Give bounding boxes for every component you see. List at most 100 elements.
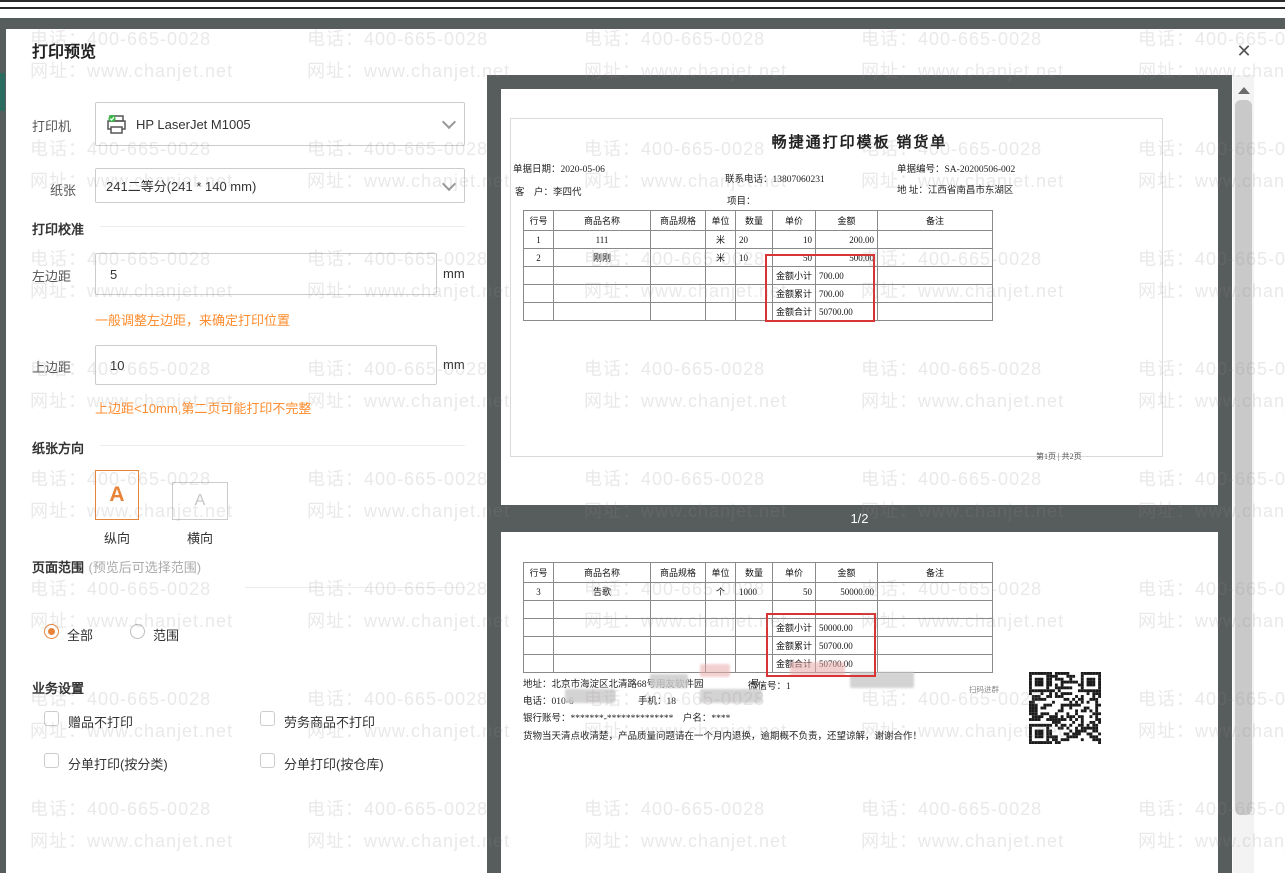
- table-cell: [553, 600, 651, 619]
- table-cell: [877, 582, 994, 601]
- split-by-category-checkbox[interactable]: [44, 753, 59, 768]
- section-divider: [100, 226, 465, 227]
- table-col-header: 行号: [523, 210, 554, 231]
- scrollbar-thumb[interactable]: [1235, 100, 1252, 815]
- table-cell: [553, 654, 651, 673]
- landscape-glyph: A: [194, 492, 206, 509]
- table-cell: 111: [553, 230, 651, 249]
- watermark-text: 网址：www.chanjet.net: [307, 501, 511, 521]
- table-row: 2 刚刚米 10 50 500.00: [523, 248, 994, 267]
- watermark-text: 电话：400-665-0028: [30, 579, 212, 599]
- table-col-header: 商品规格: [650, 562, 706, 583]
- redaction-blur: [565, 689, 615, 703]
- watermark-text: 网址：www.chanjet.net: [30, 831, 234, 851]
- watermark-text: 电话：400-665-0028: [307, 689, 489, 709]
- table-cell: [650, 266, 706, 285]
- items-table-page2: 行号 商品名称 商品规格 单位 数量 单价 金额 备注 3 告歌个 1000 50 50000.00 金额…: [523, 562, 994, 673]
- table-cell: 20: [735, 230, 773, 249]
- range-all-radio[interactable]: [44, 624, 59, 639]
- table-header-row: 行号 商品名称 商品规格 单位 数量 单价 金额 备注: [523, 210, 994, 231]
- watermark-text: 电话：400-665-0028: [307, 579, 489, 599]
- left-margin-label: 左边距: [32, 269, 72, 284]
- table-col-header: 数量: [735, 562, 773, 583]
- range-all-label: 全部: [67, 628, 94, 643]
- table-cell: [523, 618, 554, 637]
- business-section-title: 业务设置: [32, 681, 85, 696]
- top-margin-hint: 上边距<10mm,第二页可能打印不完整: [95, 401, 312, 416]
- range-custom-radio[interactable]: [130, 624, 145, 639]
- watermark-text: 网址：www.chanjet.net: [307, 391, 511, 411]
- page-range-section-title: 页面范围: [32, 560, 85, 575]
- table-total-row: 金额合计50700.00: [523, 302, 994, 321]
- printer-label: 打印机: [32, 119, 72, 134]
- range-custom-label: 范围: [153, 628, 180, 643]
- table-col-header: 金额: [815, 562, 879, 583]
- page-indicator: 1/2: [850, 511, 869, 526]
- doc-number-field: 单据编号：SA-20200506-002: [897, 165, 1016, 175]
- no-gift-label: 赠品不打印: [68, 715, 134, 730]
- chevron-down-icon: [441, 176, 457, 191]
- split-by-category-label: 分单打印(按分类): [68, 757, 168, 772]
- table-cell: [705, 636, 736, 655]
- top-margin-input[interactable]: [95, 345, 437, 385]
- table-cell: [877, 636, 994, 655]
- paper-select[interactable]: 241二等分(241 * 140 mm): [95, 168, 465, 203]
- table-col-header: 行号: [523, 562, 554, 583]
- bank-account-line: 银行账号：*******-************** 户名：****: [523, 714, 731, 724]
- printer-select[interactable]: HP LaserJet M1005: [95, 102, 465, 146]
- close-icon[interactable]: ✕: [1233, 40, 1255, 62]
- doc-project-field: 项目：: [727, 197, 756, 207]
- page-range-heading: 页面范围 (预览后可选择范围): [32, 558, 242, 578]
- table-cell: [650, 618, 706, 637]
- table-cell: [877, 618, 994, 637]
- table-cell: [877, 266, 994, 285]
- watermark-text: 电话：400-665-0028: [30, 799, 212, 819]
- table-col-header: 金额: [815, 210, 879, 231]
- split-by-warehouse-checkbox[interactable]: [260, 753, 275, 768]
- seller-address-line: 地址：北京市海淀区北清路68号用友软件园 号，: [523, 680, 770, 690]
- background-accent-mark: [0, 73, 5, 111]
- table-row: 1 111 米 20 10 200.00: [523, 230, 994, 249]
- totals-highlight-box: [766, 613, 876, 677]
- scrollbar-up-arrow[interactable]: [1238, 87, 1250, 94]
- no-service-label: 劳务商品不打印: [284, 715, 376, 730]
- page-range-note: (预览后可选择范围): [88, 560, 202, 575]
- no-service-checkbox[interactable]: [260, 711, 275, 726]
- no-gift-checkbox[interactable]: [44, 711, 59, 726]
- window-top-border: [0, 0, 1285, 2]
- seller-mobile-line: 手机：18: [638, 697, 677, 707]
- left-margin-unit: mm: [443, 266, 465, 281]
- preview-page-1: 畅捷通打印模板 销货单 单据日期：2020-05-06 客 户：李四代 联系电话…: [501, 89, 1218, 505]
- table-cell: [705, 600, 736, 619]
- print-preview-panel[interactable]: 畅捷通打印模板 销货单 单据日期：2020-05-06 客 户：李四代 联系电话…: [487, 75, 1232, 873]
- table-cell: 告歌: [553, 582, 651, 601]
- table-cell: 米: [705, 248, 736, 267]
- page1-footer: 第1页 | 共2页: [1036, 452, 1082, 461]
- table-col-header: 单价: [771, 210, 817, 231]
- table-cell: 1000: [735, 582, 773, 601]
- watermark-text: 电话：400-665-0028: [307, 469, 489, 489]
- redaction-blur: [700, 689, 762, 703]
- table-cell: [553, 266, 651, 285]
- table-total-row: 金额累计 700.00: [523, 284, 994, 303]
- portrait-option[interactable]: A: [95, 470, 139, 520]
- background-left-strip: [0, 18, 6, 873]
- split-by-warehouse-label: 分单打印(按仓库): [284, 757, 384, 772]
- orientation-section-title: 纸张方向: [32, 441, 85, 456]
- printer-icon: [106, 114, 128, 134]
- chevron-down-icon: [441, 114, 457, 130]
- table-col-header: 商品名称: [553, 210, 651, 231]
- document-title: 畅捷通打印模板 销货单: [771, 135, 948, 151]
- table-col-header: 单位: [705, 210, 736, 231]
- table-cell: [705, 284, 736, 303]
- table-col-header: 数量: [735, 210, 773, 231]
- doc-customer-field: 客 户：李四代: [515, 188, 582, 198]
- doc-phone-field: 联系电话：13807060231: [725, 175, 825, 185]
- table-col-header: 单价: [771, 562, 817, 583]
- top-margin-label: 上边距: [32, 360, 72, 375]
- watermark-text: 网址：www.chanjet.net: [307, 611, 511, 631]
- left-margin-input[interactable]: [95, 253, 437, 295]
- portrait-label: 纵向: [103, 531, 130, 546]
- landscape-option[interactable]: A: [172, 482, 228, 520]
- table-cell: [705, 618, 736, 637]
